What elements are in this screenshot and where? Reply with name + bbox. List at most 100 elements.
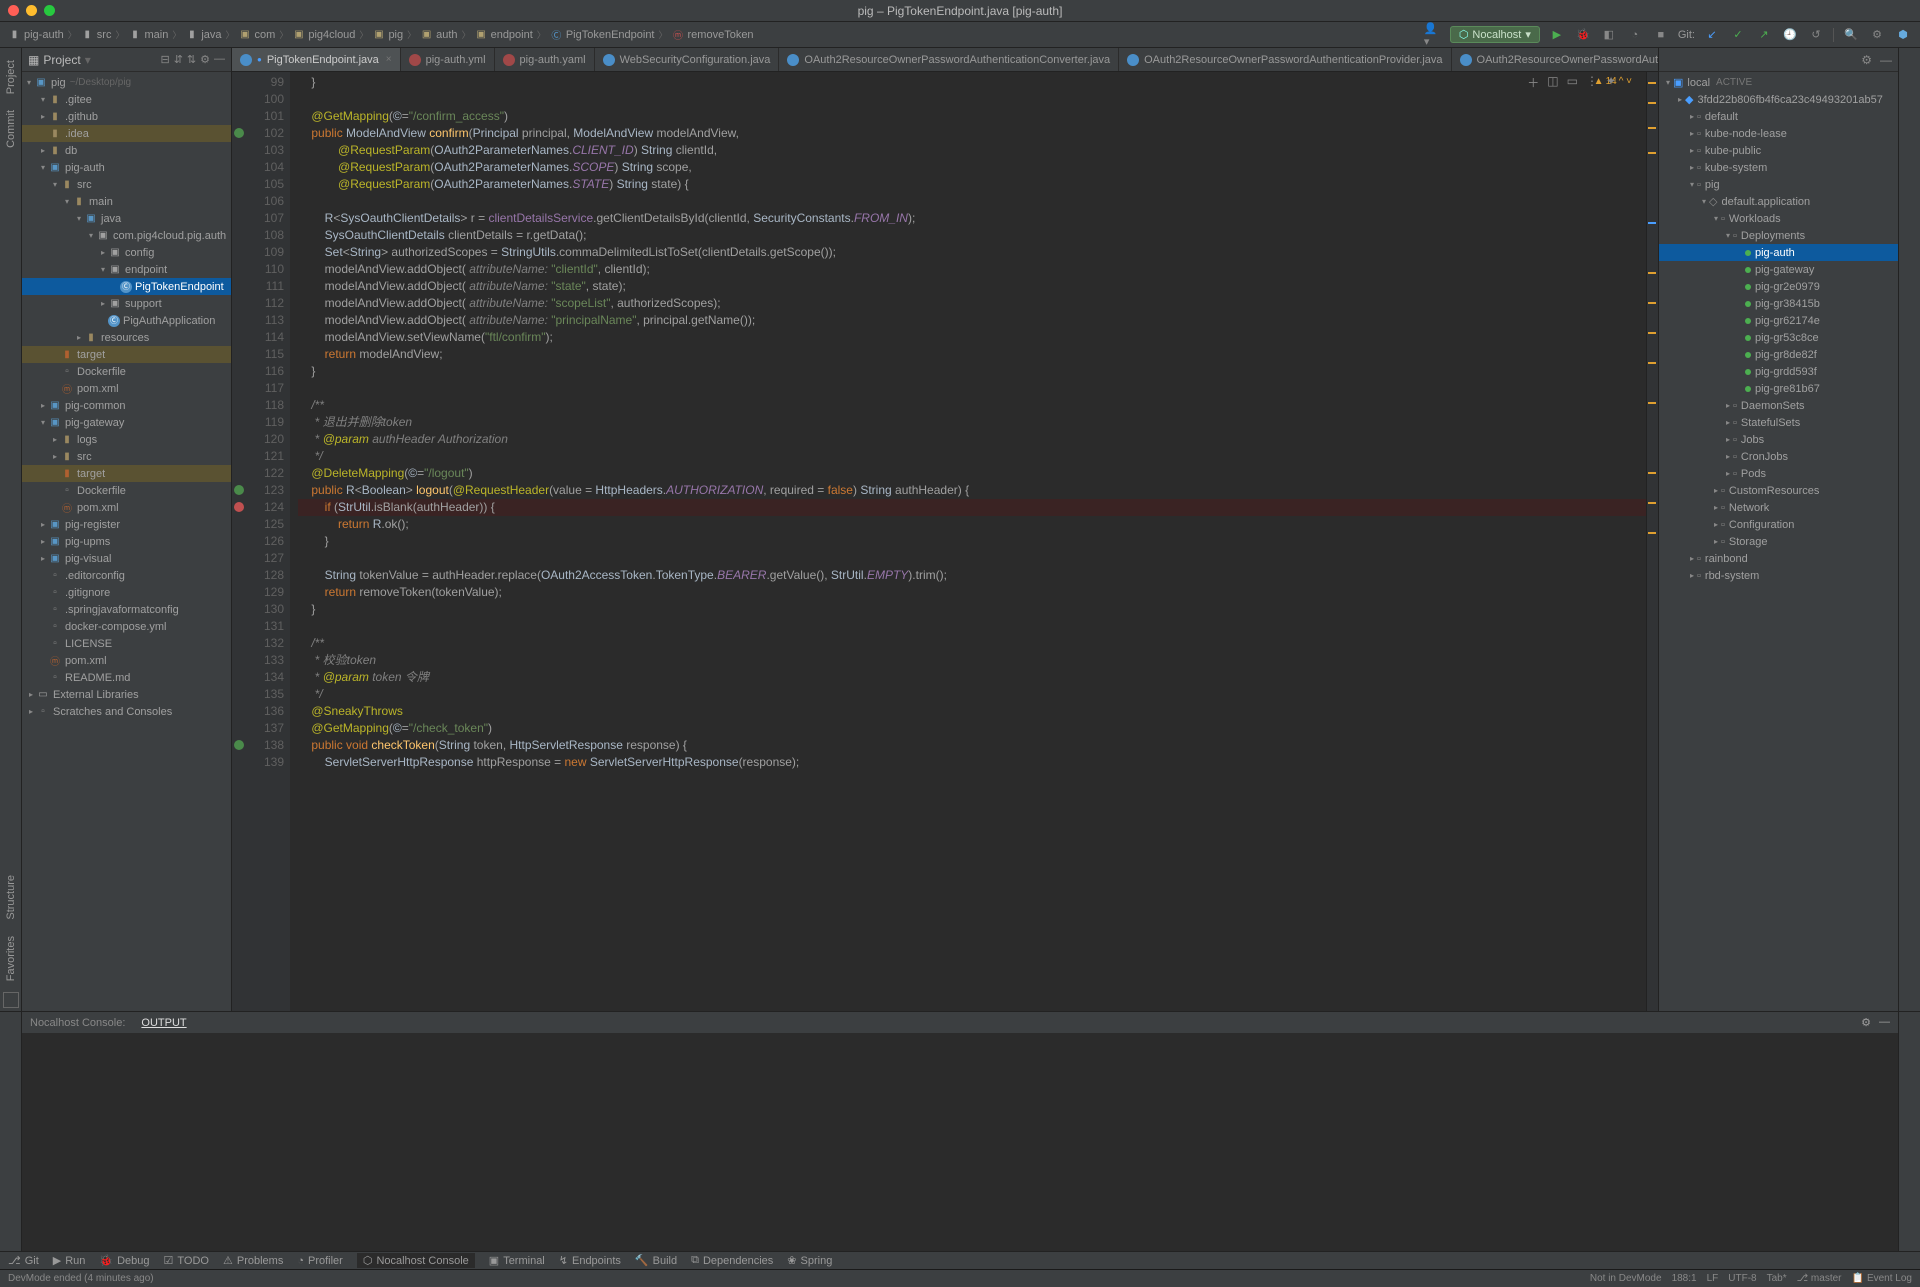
code-viewport[interactable]: ▲ 14 ^ ˅ ＋ ◫ ▭ ⋮ ✦ } @GetMapping(©="/con… (290, 72, 1646, 1011)
status-widget[interactable]: LF (1707, 1273, 1719, 1284)
nocalhost-tree-item[interactable]: ▾▫pig (1659, 176, 1898, 193)
breadcrumb[interactable]: ▮pig-auth〉▮src〉▮main〉▮java〉▣com〉▣pig4clo… (8, 28, 754, 41)
nocalhost-tree-item[interactable]: ▸▫kube-public (1659, 142, 1898, 159)
left-rail-commit[interactable]: Commit (3, 102, 19, 156)
bottom-tool-spring[interactable]: ❀Spring (787, 1254, 832, 1267)
user-icon[interactable]: 👤▾ (1424, 26, 1442, 44)
editor-tab[interactable]: OAuth2ResourceOwnerPasswordAuthenticatio… (1119, 48, 1451, 71)
tree-item[interactable]: ▫README.md (22, 669, 231, 686)
bottom-tool-debug[interactable]: 🐞Debug (99, 1254, 149, 1267)
git-update-icon[interactable]: ↙ (1703, 26, 1721, 44)
nocalhost-tree-item[interactable]: ▸▫DaemonSets (1659, 397, 1898, 414)
editor-tab[interactable]: OAuth2ResourceOwnerPasswordAuthenticatio… (779, 48, 1119, 71)
bottom-tool-git[interactable]: ⎇Git (8, 1254, 39, 1267)
breadcrumb-item[interactable]: ▮src (81, 28, 112, 41)
tree-item[interactable]: ▫LICENSE (22, 635, 231, 652)
bottom-tool-profiler[interactable]: ◔Profiler (297, 1255, 343, 1267)
tree-item[interactable]: ⒸPigTokenEndpoint (22, 278, 231, 295)
debug-button[interactable]: 🐞 (1574, 26, 1592, 44)
tree-item[interactable]: ⒸPigAuthApplication (22, 312, 231, 329)
nocalhost-tree-item[interactable]: ▾▫Deployments (1659, 227, 1898, 244)
status-widget[interactable]: Tab* (1767, 1273, 1787, 1284)
tree-item[interactable]: ▾▣java (22, 210, 231, 227)
minimize-window[interactable] (26, 5, 37, 16)
nocalhost-tree-item[interactable]: pig-auth (1659, 244, 1898, 261)
more-icon[interactable]: ⋮ (1586, 74, 1598, 91)
close-icon[interactable]: × (386, 54, 392, 65)
breadcrumb-item[interactable]: ▣endpoint (475, 28, 533, 41)
status-widget[interactable]: ⎇ master (1797, 1273, 1842, 1284)
tree-item[interactable]: ▾▣endpoint (22, 261, 231, 278)
status-widget[interactable]: UTF-8 (1728, 1273, 1756, 1284)
magic-icon[interactable]: ✦ (1606, 74, 1616, 91)
nocalhost-tree-item[interactable]: ▾▫Workloads (1659, 210, 1898, 227)
zoom-window[interactable] (44, 5, 55, 16)
tree-item[interactable]: ▸▣config (22, 244, 231, 261)
left-rail-favorites[interactable]: Favorites (3, 928, 19, 989)
gear-icon[interactable]: ⚙ (1861, 53, 1872, 67)
nocalhost-tree-item[interactable]: ▸▫Pods (1659, 465, 1898, 482)
nocalhost-tree-item[interactable]: ▸▫CronJobs (1659, 448, 1898, 465)
breadcrumb-item[interactable]: ▮java (185, 28, 221, 41)
tree-item[interactable]: ▾▮src (22, 176, 231, 193)
tree-item[interactable]: ▸▣pig-common (22, 397, 231, 414)
editor-tabs[interactable]: ●PigTokenEndpoint.java×pig-auth.ymlpig-a… (232, 48, 1658, 72)
tree-item[interactable]: ▸▣pig-upms (22, 533, 231, 550)
cluster-id[interactable]: ▸◆ 3fdd22b806fb4f6ca23c49493201ab57 (1659, 91, 1898, 108)
tree-item[interactable]: ▾▣pig-gateway (22, 414, 231, 431)
left-rail-project[interactable]: Project (3, 52, 19, 102)
settings-icon[interactable]: ⚙ (1868, 26, 1886, 44)
tree-item[interactable]: ▮target (22, 346, 231, 363)
expand-all-icon[interactable]: ⇵ (174, 53, 183, 66)
git-rollback-icon[interactable]: ↺ (1807, 26, 1825, 44)
tree-item[interactable]: ▾▣pig-auth (22, 159, 231, 176)
nocalhost-tree-item[interactable]: pig-gr8de82f (1659, 346, 1898, 363)
tree-item[interactable]: ▫Dockerfile (22, 363, 231, 380)
tree-item[interactable]: ▮.idea (22, 125, 231, 142)
select-opened-icon[interactable]: ⊟ (160, 53, 169, 66)
console-tab-nocalhost[interactable]: Nocalhost Console: (30, 1017, 125, 1029)
left-rail-box-icon[interactable] (3, 992, 19, 1008)
console-tab-output[interactable]: OUTPUT (141, 1017, 186, 1029)
bottom-tool-terminal[interactable]: ▣Terminal (489, 1254, 545, 1267)
nocalhost-tree-item[interactable]: pig-gre81b67 (1659, 380, 1898, 397)
tree-item[interactable]: ⓜpom.xml (22, 499, 231, 516)
cluster-root[interactable]: ▾▣ localACTIVE (1659, 74, 1898, 91)
nocalhost-tree-item[interactable]: ▸▫Network (1659, 499, 1898, 516)
breadcrumb-item[interactable]: ▮pig-auth (8, 28, 64, 41)
tree-item[interactable]: ▫.springjavaformatconfig (22, 601, 231, 618)
run-config-selector[interactable]: ⬡ Nocalhost▾ (1450, 26, 1540, 43)
nocalhost-tree-item[interactable]: ▸▫rbd-system (1659, 567, 1898, 584)
close-window[interactable] (8, 5, 19, 16)
bottom-tool-nocalhost-console[interactable]: ⬡Nocalhost Console (357, 1253, 475, 1268)
breadcrumb-item[interactable]: ▣com (239, 28, 276, 41)
tree-item[interactable]: ▸▣pig-register (22, 516, 231, 533)
breadcrumb-item[interactable]: ⒸPigTokenEndpoint (550, 28, 655, 41)
add-icon[interactable]: ＋ (1527, 74, 1539, 91)
nocalhost-tree-item[interactable]: ▸▫kube-system (1659, 159, 1898, 176)
editor-tab[interactable]: OAuth2ResourceOwnerPasswordAuthenticatio… (1452, 48, 1658, 71)
editor-gutter[interactable]: 9910010110210310410510610710810911011111… (232, 72, 290, 1011)
tree-item[interactable]: ▫docker-compose.yml (22, 618, 231, 635)
editor-minimap[interactable] (1646, 72, 1658, 1011)
nocalhost-tree-item[interactable]: ▸▫Storage (1659, 533, 1898, 550)
tree-item[interactable]: ▸▮logs (22, 431, 231, 448)
tree-item[interactable]: ▾▮main (22, 193, 231, 210)
project-title[interactable]: Project (43, 53, 80, 67)
event-log-link[interactable]: 📋 Event Log (1852, 1273, 1913, 1284)
nocalhost-tree-item[interactable]: pig-gr2e0979 (1659, 278, 1898, 295)
tree-item[interactable]: ▸▮src (22, 448, 231, 465)
status-widget[interactable]: Not in DevMode (1590, 1273, 1662, 1284)
nocalhost-tree-item[interactable]: pig-gr38415b (1659, 295, 1898, 312)
git-history-icon[interactable]: 🕘 (1781, 26, 1799, 44)
breadcrumb-item[interactable]: ▣pig4cloud (292, 28, 355, 41)
breadcrumb-item[interactable]: ▣pig (372, 28, 403, 41)
console-output[interactable] (22, 1034, 1898, 1251)
breadcrumb-item[interactable]: ⓜremoveToken (672, 28, 754, 41)
bottom-tool-build[interactable]: 🔨Build (635, 1254, 677, 1267)
nocalhost-tree-item[interactable]: pig-gateway (1659, 261, 1898, 278)
tree-item[interactable]: ⓜpom.xml (22, 652, 231, 669)
bottom-tool-problems[interactable]: ⚠Problems (223, 1254, 283, 1267)
tree-item[interactable]: ▸▣pig-visual (22, 550, 231, 567)
reader-icon[interactable]: ▭ (1567, 74, 1578, 91)
